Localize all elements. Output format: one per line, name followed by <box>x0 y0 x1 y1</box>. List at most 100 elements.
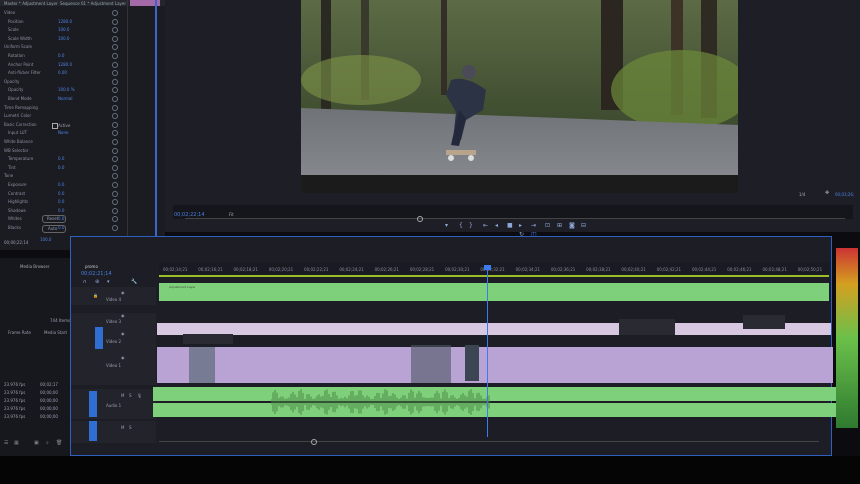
audio-1-clip-channel-2[interactable] <box>153 403 837 417</box>
keyframe-toggle-icon[interactable] <box>112 61 118 68</box>
fx-param-value[interactable]: 0.0 <box>58 199 64 204</box>
keyframe-toggle-icon[interactable] <box>112 199 118 206</box>
microphone-icon[interactable]: 🎙 <box>137 393 142 398</box>
auto-button[interactable]: Auto <box>42 225 66 233</box>
audio-1-clip[interactable] <box>153 387 837 401</box>
playhead-line[interactable] <box>155 0 157 240</box>
go-to-in-icon[interactable]: ⇤ <box>483 222 488 229</box>
fx-param-value[interactable]: 0.0 <box>58 53 64 58</box>
resolution-dropdown[interactable]: 1/4 <box>799 192 805 197</box>
new-bin-icon[interactable]: ▣ <box>34 440 39 446</box>
fx-param-value[interactable]: 100.0 % <box>58 87 75 92</box>
add-marker-icon[interactable]: ▾ <box>107 279 110 285</box>
playhead-handle[interactable] <box>484 265 491 270</box>
project-row-start[interactable]: 00;00;00 <box>40 398 58 403</box>
marker-icon[interactable]: ▾ <box>445 222 448 229</box>
keyframe-toggle-icon[interactable] <box>112 182 118 188</box>
keyframe-toggle-icon[interactable] <box>112 96 118 102</box>
timeline-settings-icon[interactable]: 🔧 <box>131 279 137 285</box>
project-row-start[interactable]: 00;00;00 <box>40 414 58 419</box>
project-row-fps[interactable]: 23.976 fps <box>4 382 25 387</box>
project-row-start[interactable]: 00;02;17 <box>40 382 58 387</box>
keyframe-toggle-icon[interactable] <box>112 216 118 223</box>
keyframe-toggle-icon[interactable] <box>112 27 118 34</box>
keyframe-toggle-icon[interactable] <box>112 147 118 154</box>
keyframe-toggle-icon[interactable] <box>112 173 118 180</box>
keyframe-toggle-icon[interactable] <box>112 18 118 25</box>
keyframe-toggle-icon[interactable] <box>112 121 118 128</box>
solo-button[interactable]: S <box>129 425 132 430</box>
keyframe-toggle-icon[interactable] <box>112 78 118 85</box>
scrub-handle[interactable] <box>417 216 423 222</box>
fx-param-value[interactable]: 0.00 <box>58 70 67 75</box>
mark-out-icon[interactable]: } <box>469 222 473 229</box>
fx-param-value[interactable]: 100.0 <box>58 36 69 41</box>
linked-selection-icon[interactable]: ⊕ <box>95 279 99 285</box>
project-row-fps[interactable]: 23.976 fps <box>4 406 25 411</box>
stop-icon[interactable]: ■ <box>507 222 513 229</box>
video-3-clip[interactable] <box>157 323 831 335</box>
fit-dropdown[interactable]: Fit <box>229 212 234 217</box>
eye-icon[interactable]: ◉ <box>121 355 125 360</box>
project-row-start[interactable]: 00;00;00 <box>40 406 58 411</box>
scrollbar-handle[interactable] <box>311 439 317 445</box>
track-target-v2[interactable] <box>95 327 103 349</box>
export-frame-icon[interactable]: ◙ <box>569 222 575 229</box>
keyframe-toggle-icon[interactable] <box>112 104 118 111</box>
tab-media-browser[interactable]: Media Browser <box>20 264 50 269</box>
eye-icon[interactable]: ◉ <box>121 331 125 336</box>
fx-param-value[interactable]: 0.0 <box>58 182 64 187</box>
fx-param-value[interactable]: Normal <box>58 96 72 101</box>
fx-param-value[interactable]: 0.0 <box>58 208 64 213</box>
keyframe-toggle-icon[interactable] <box>112 53 118 59</box>
keyframe-toggle-icon[interactable] <box>112 87 118 94</box>
track-target-a1[interactable] <box>89 391 97 417</box>
step-forward-icon[interactable]: ▸ <box>519 222 522 229</box>
project-row-fps[interactable]: 23.976 fps <box>4 414 25 419</box>
timeline-timecode[interactable]: 00;02;21;14 <box>81 271 112 277</box>
project-row-fps[interactable]: 23.976 fps <box>4 398 25 403</box>
wrench-icon[interactable]: ✥ <box>825 190 829 196</box>
adjustment-layer-clip[interactable]: Adjustment Layer <box>159 283 829 301</box>
fx-param-value[interactable]: 0.0 <box>58 165 64 170</box>
project-row-fps[interactable]: 23.976 fps <box>4 390 25 395</box>
project-row-start[interactable]: 00;00;00 <box>40 390 58 395</box>
list-view-icon[interactable]: ☰ <box>4 440 8 446</box>
snap-icon[interactable]: ∩ <box>83 279 87 285</box>
button-editor-icon[interactable]: ⊟ <box>581 222 586 229</box>
eye-icon[interactable]: ◉ <box>121 290 125 295</box>
icon-view-icon[interactable]: ▦ <box>14 440 19 446</box>
overwrite-icon[interactable]: ⊞ <box>557 222 562 229</box>
scrub-bar[interactable] <box>185 218 845 219</box>
playhead[interactable] <box>487 267 488 437</box>
keyframe-toggle-icon[interactable] <box>112 156 118 163</box>
keyframe-toggle-icon[interactable] <box>112 139 118 145</box>
search-icon[interactable]: ⌕ <box>46 440 49 446</box>
col-media-start[interactable]: Media Start <box>44 330 67 335</box>
col-frame-rate[interactable]: Frame Rate <box>8 330 31 335</box>
fx-param-value[interactable]: 0.0 <box>58 191 64 196</box>
keyframe-toggle-icon[interactable] <box>112 225 118 231</box>
fx-param-value[interactable]: 1280.0 <box>58 19 72 24</box>
keyframe-toggle-icon[interactable] <box>112 44 118 51</box>
eye-icon[interactable]: ◉ <box>121 313 125 318</box>
keyframe-toggle-icon[interactable] <box>112 207 118 214</box>
keyframe-toggle-icon[interactable] <box>112 35 118 42</box>
track-target-a2[interactable] <box>89 421 97 441</box>
insert-icon[interactable]: ⊡ <box>545 222 550 229</box>
timeline-scrollbar[interactable] <box>159 441 819 442</box>
keyframe-toggle-icon[interactable] <box>112 113 118 120</box>
keyframe-toggle-icon[interactable] <box>112 190 118 197</box>
video-1-clip[interactable] <box>157 347 833 383</box>
mute-button[interactable]: M <box>121 425 124 430</box>
step-back-icon[interactable]: ◂ <box>495 222 498 229</box>
keyframe-toggle-icon[interactable] <box>112 164 118 171</box>
fx-param-value[interactable]: 0.0 <box>58 156 64 161</box>
go-to-out-icon[interactable]: ⇥ <box>531 222 536 229</box>
keyframe-toggle-icon[interactable] <box>112 70 118 77</box>
keyframe-toggle-icon[interactable] <box>112 130 118 137</box>
trash-icon[interactable]: 🗑 <box>56 440 62 446</box>
lock-icon[interactable]: 🔒 <box>93 293 98 298</box>
mute-button[interactable]: M <box>121 393 124 398</box>
fx-param-value[interactable]: None <box>58 130 68 135</box>
